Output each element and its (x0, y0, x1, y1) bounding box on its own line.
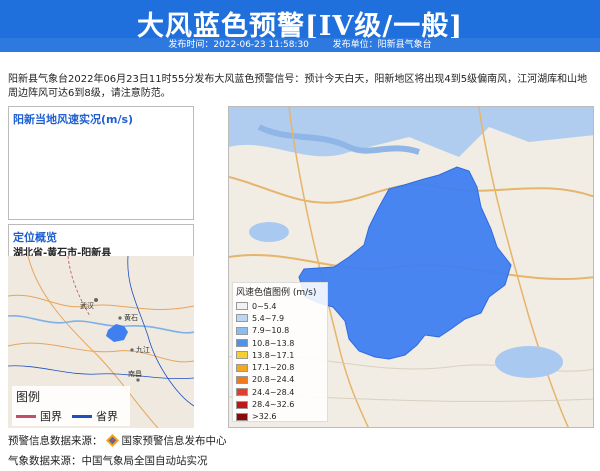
wind-legend-item: 20.8~24.4 (236, 374, 324, 386)
wind-legend-swatch (236, 363, 248, 372)
national-border-swatch (16, 414, 36, 418)
wind-legend-label: 17.1~20.8 (252, 363, 295, 373)
wind-legend-item: 5.4~7.9 (236, 312, 324, 324)
wind-legend-item: 7.9~10.8 (236, 325, 324, 337)
wind-legend-label: 20.8~24.4 (252, 375, 295, 385)
wind-legend-item: >32.6 (236, 411, 324, 423)
wind-legend-item: 28.4~32.6 (236, 398, 324, 410)
wind-legend-item: 0~5.4 (236, 300, 324, 312)
wind-legend-swatch (236, 400, 248, 409)
wind-legend-item: 24.4~28.4 (236, 386, 324, 398)
wind-legend-swatch (236, 326, 248, 335)
wind-legend-item: 17.1~20.8 (236, 361, 324, 373)
wind-speed-panel: 阳新当地风速实况(m/s) (8, 106, 194, 220)
wind-legend-label: >32.6 (252, 412, 277, 422)
wind-legend-item: 13.8~17.1 (236, 349, 324, 361)
wind-legend-label: 5.4~7.9 (252, 313, 285, 323)
map-label-jiujiang: 九江 (136, 345, 150, 354)
map-label-nanchang: 南昌 (128, 369, 142, 378)
legend-national-border: 国界 (16, 408, 62, 424)
header-subline: 发布时间：2022-06-23 11:58:30 发布单位：阳新县气象台 (0, 38, 600, 52)
alert-source: 预警信息数据来源： 国家预警信息发布中心 (8, 434, 227, 447)
wind-legend-swatch (236, 388, 248, 397)
wind-legend-label: 28.4~32.6 (252, 400, 295, 410)
provincial-border-swatch (72, 414, 92, 418)
map-label-wuhan: 武汉 (80, 301, 94, 310)
wind-legend-label: 13.8~17.1 (252, 350, 295, 360)
warning-center-logo-icon (105, 434, 119, 447)
location-panel-title: 定位概览 (13, 231, 57, 244)
wind-legend-swatch (236, 412, 248, 421)
map-label-huangshi: 黄石 (124, 313, 138, 322)
alert-source-value: 国家预警信息发布中心 (121, 435, 227, 447)
wind-legend-swatch (236, 375, 248, 384)
wind-legend-title: 风速色值图例 (m/s) (236, 288, 317, 298)
publisher: 发布单位：阳新县气象台 (332, 40, 432, 50)
warning-description: 阳新县气象台2022年06月23日11时55分发布大风蓝色预警信号：预计今天白天… (8, 74, 588, 99)
wind-legend-swatch (236, 302, 248, 311)
wind-legend-label: 24.4~28.4 (252, 387, 295, 397)
wind-legend-label: 7.9~10.8 (252, 326, 290, 336)
publish-time: 发布时间：2022-06-23 11:58:30 (168, 40, 309, 50)
wind-legend-item: 10.8~13.8 (236, 337, 324, 349)
wind-speed-legend: 风速色值图例 (m/s) 0~5.4 5.4~7.9 7.9~10.8 10.8~13… (232, 282, 328, 422)
header-banner: 大风蓝色预警[IV级/一般] 发布时间：2022-06-23 11:58:30 … (0, 0, 600, 52)
wind-panel-title: 阳新当地风速实况(m/s) (13, 113, 134, 126)
legend-provincial-border: 省界 (72, 408, 118, 424)
overview-legend: 图例 国界 省界 (12, 386, 130, 426)
wind-legend-swatch (236, 351, 248, 360)
overview-legend-title: 图例 (16, 390, 41, 404)
wind-legend-label: 10.8~13.8 (252, 338, 295, 348)
weather-data-source: 气象数据来源：中国气象局全国自动站实况 (8, 455, 208, 467)
wind-legend-swatch (236, 339, 248, 348)
wind-legend-label: 0~5.4 (252, 301, 277, 311)
wind-legend-swatch (236, 314, 248, 323)
